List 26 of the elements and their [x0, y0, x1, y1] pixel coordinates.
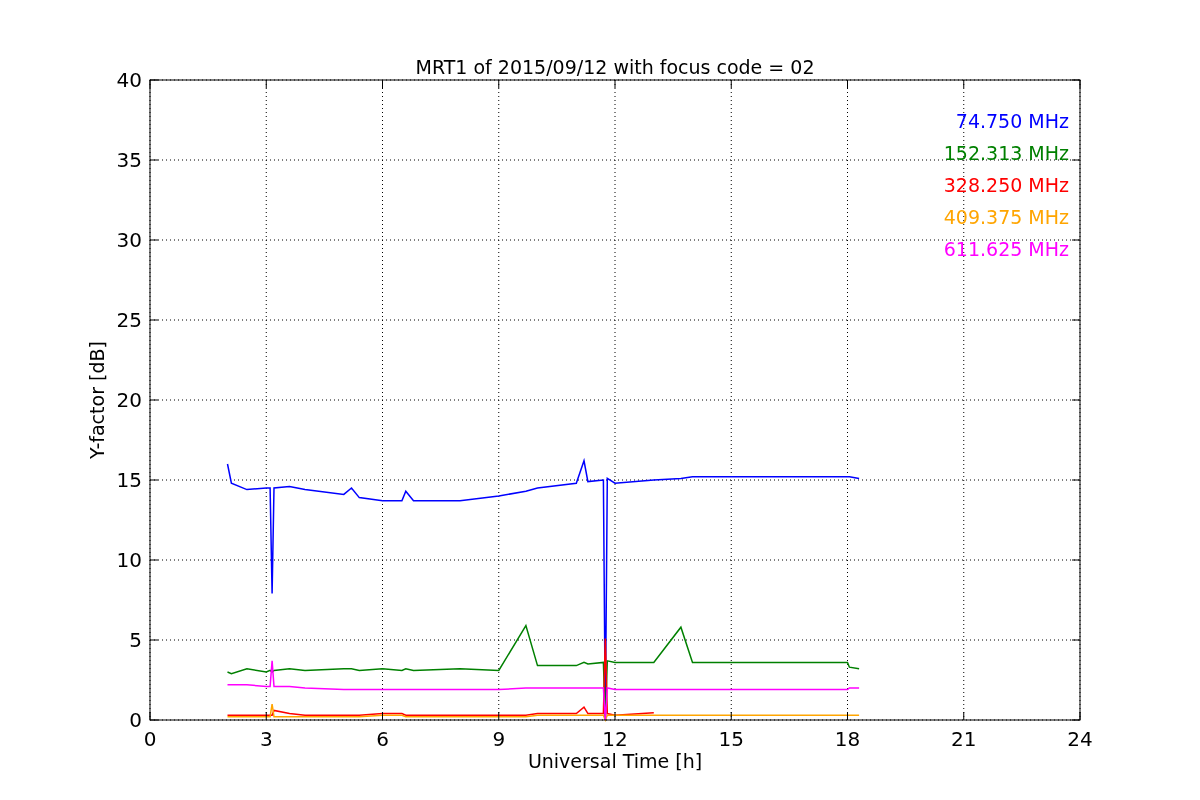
x-tick-label: 24 — [1067, 727, 1093, 751]
x-tick-label: 18 — [834, 727, 861, 751]
legend-label: 409.375 MHz — [943, 206, 1069, 228]
y-tick-label: 10 — [116, 548, 142, 572]
y-tick-label: 20 — [116, 388, 142, 412]
x-tick-label: 0 — [143, 727, 157, 751]
x-axis-label: Universal Time [h] — [527, 750, 703, 772]
y-tick-label: 25 — [116, 308, 142, 332]
y-tick-label: 15 — [116, 468, 142, 492]
legend-label: 328.250 MHz — [943, 174, 1069, 196]
x-tick-label: 9 — [492, 727, 506, 751]
legend-label: 152.313 MHz — [943, 142, 1069, 164]
x-tick-label: 21 — [951, 727, 977, 751]
x-tick-label: 12 — [602, 727, 628, 751]
chart-title: MRT1 of 2015/09/12 with focus code = 02 — [415, 56, 815, 78]
legend-label: 611.625 MHz — [943, 238, 1069, 260]
y-tick-label: 5 — [129, 628, 142, 652]
y-axis-label: Y-factor [dB] — [86, 341, 108, 459]
legend-label: 74.750 MHz — [955, 110, 1069, 132]
x-tick-label: 3 — [259, 727, 273, 751]
y-tick-label: 0 — [129, 708, 142, 732]
x-tick-label: 6 — [376, 727, 389, 751]
y-tick-label: 35 — [116, 148, 142, 172]
y-tick-label: 40 — [116, 68, 142, 92]
x-tick-label: 15 — [718, 727, 744, 751]
y-tick-label: 30 — [116, 228, 142, 252]
